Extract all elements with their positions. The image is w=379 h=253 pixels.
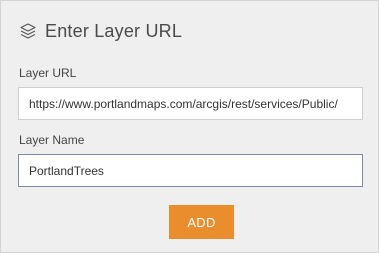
layer-name-input[interactable] — [18, 154, 363, 187]
layer-url-label: Layer URL — [19, 66, 77, 80]
add-button[interactable]: ADD — [169, 205, 234, 239]
enter-layer-url-panel: Enter Layer URL Layer URL Layer Name ADD — [0, 0, 379, 253]
panel-header: Enter Layer URL — [19, 18, 182, 44]
panel-title: Enter Layer URL — [45, 20, 183, 41]
layers-icon — [19, 22, 37, 40]
layer-url-input[interactable] — [18, 87, 363, 120]
layer-name-label: Layer Name — [19, 133, 85, 147]
